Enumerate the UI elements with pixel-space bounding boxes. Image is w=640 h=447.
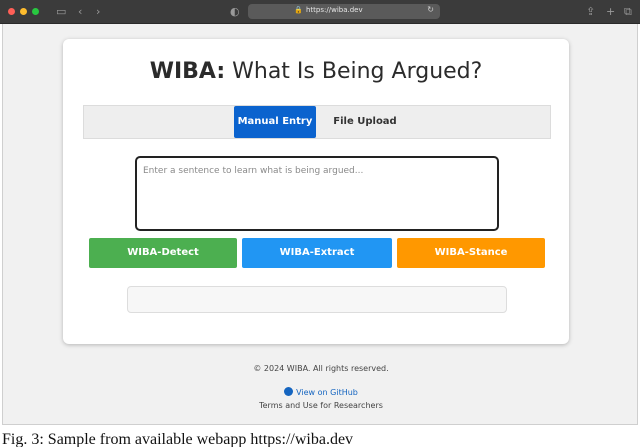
address-bar-url: https://wiba.dev (306, 6, 363, 14)
lock-icon: 🔒 (294, 6, 303, 14)
main-card: WIBA: What Is Being Argued? Manual Entry… (63, 39, 569, 344)
new-tab-icon[interactable]: + (606, 5, 615, 19)
terms-link[interactable]: Terms and Use for Researchers (3, 401, 639, 410)
tab-manual-entry[interactable]: Manual Entry (234, 106, 316, 138)
github-link-label: View on GitHub (296, 388, 358, 397)
close-window-button[interactable] (8, 8, 15, 15)
figure-caption: Fig. 3: Sample from available webapp htt… (2, 431, 354, 447)
reload-icon[interactable]: ↻ (427, 5, 434, 14)
page-title: WIBA: What Is Being Argued? (63, 59, 569, 84)
sentence-input-placeholder: Enter a sentence to learn what is being … (143, 166, 364, 176)
wiba-detect-button[interactable]: WIBA-Detect (89, 238, 237, 268)
input-mode-tabs: Manual Entry File Upload (83, 105, 551, 139)
page-viewport: WIBA: What Is Being Argued? Manual Entry… (2, 24, 638, 425)
browser-toolbar: ▭ ‹ › ◐ 🔒 https://wiba.dev ↻ ⇪ + ⧉ (0, 0, 640, 24)
page-title-text: What Is Being Argued? (225, 59, 483, 84)
result-output-box (127, 286, 507, 313)
page-title-brand: WIBA: (149, 59, 226, 84)
address-bar[interactable]: 🔒 https://wiba.dev ↻ (248, 4, 440, 19)
minimize-window-button[interactable] (20, 8, 27, 15)
wiba-extract-button[interactable]: WIBA-Extract (242, 238, 392, 268)
sentence-input[interactable]: Enter a sentence to learn what is being … (135, 156, 499, 231)
footer-copyright: © 2024 WIBA. All rights reserved. (253, 364, 389, 373)
tab-file-upload[interactable]: File Upload (324, 106, 406, 138)
wiba-stance-button[interactable]: WIBA-Stance (397, 238, 545, 268)
back-icon[interactable]: ‹ (78, 5, 82, 19)
zoom-window-button[interactable] (32, 8, 39, 15)
forward-icon[interactable]: › (96, 5, 100, 19)
tab-overview-icon[interactable]: ⧉ (624, 5, 632, 19)
share-icon[interactable]: ⇪ (586, 5, 595, 19)
github-link[interactable]: View on GitHub (3, 387, 639, 397)
github-icon (284, 387, 294, 396)
privacy-shield-icon[interactable]: ◐ (230, 5, 240, 19)
sidebar-toggle-icon[interactable]: ▭ (56, 5, 66, 19)
